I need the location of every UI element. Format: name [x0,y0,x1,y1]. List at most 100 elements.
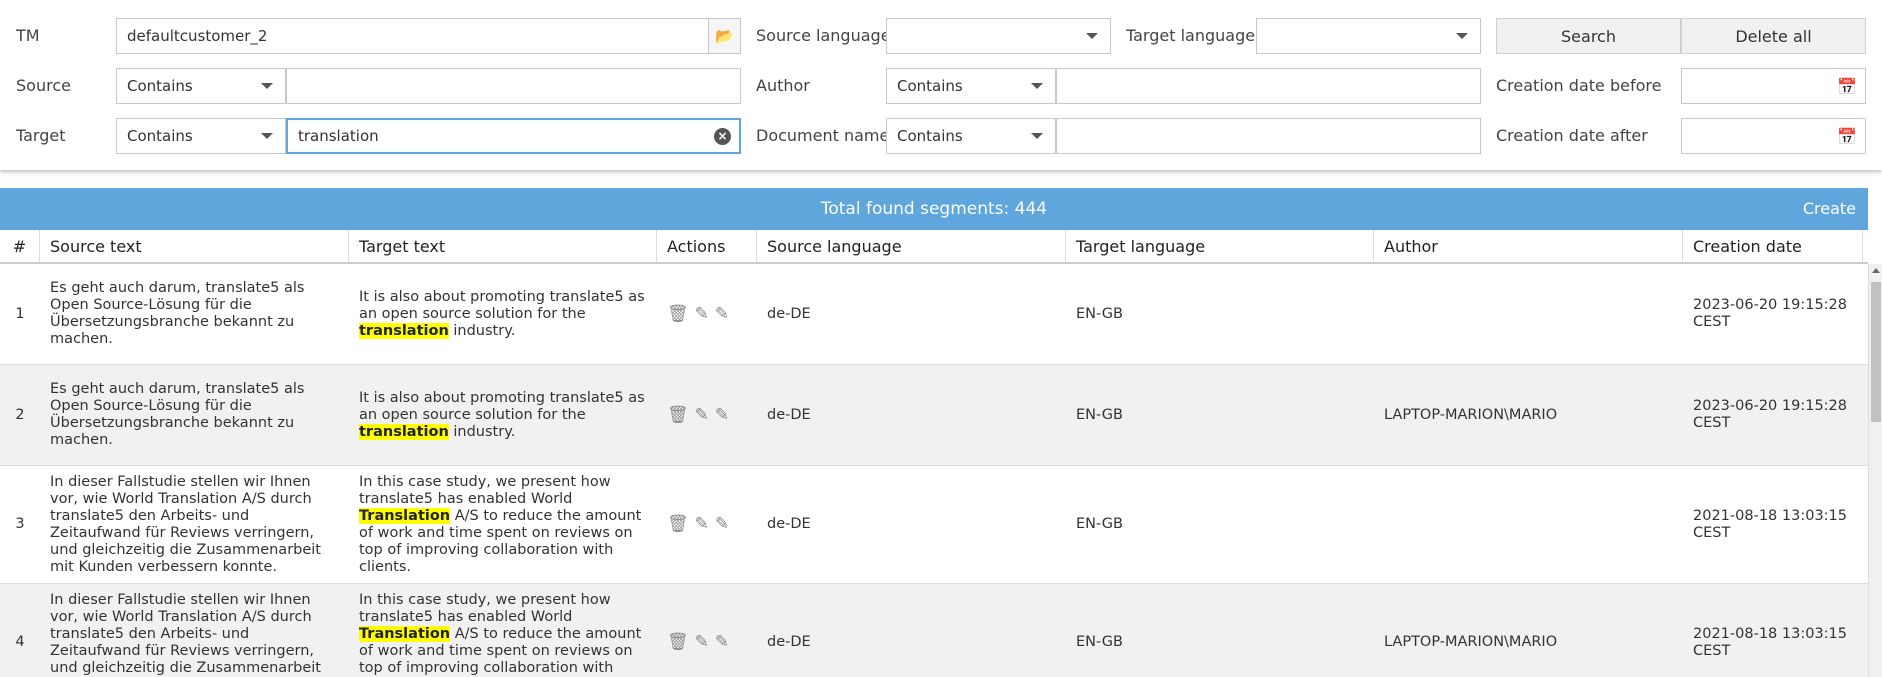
pencil-icon[interactable]: ✎ [695,305,709,323]
target-operator-value: Contains [127,127,193,145]
source-language-label: Source language [756,26,891,45]
column-header-source-text[interactable]: Source text [40,230,349,262]
creation-before-field[interactable]: 📅 [1681,68,1866,104]
calendar-icon[interactable]: 📅 [1837,127,1857,146]
chevron-down-icon [1031,83,1043,89]
vertical-scrollbar[interactable] [1868,264,1882,677]
target-text-value: translation [298,127,379,145]
table-row[interactable]: 2 Es geht auch darum, translate5 als Ope… [0,365,1868,466]
trash-icon[interactable]: 🗑 [667,634,689,651]
source-label: Source [16,76,71,95]
row-number: 1 [15,305,25,322]
tm-value: defaultcustomer_2 [127,27,268,45]
creation-date-cell: 2023-06-20 19:15:28 CEST [1693,297,1847,330]
search-highlight: translation [359,322,449,339]
target-language-cell: EN-GB [1076,516,1123,532]
row-number: 4 [15,634,25,650]
author-cell [1374,264,1683,364]
trash-icon[interactable]: 🗑 [667,406,689,424]
search-highlight: Translation [359,507,451,524]
author-operator-select[interactable]: Contains [886,68,1056,104]
tm-field[interactable]: defaultcustomer_2 📂 [116,18,741,54]
source-operator-select[interactable]: Contains [116,68,286,104]
chevron-down-icon [261,83,273,89]
source-language-cell: de-DE [767,406,811,423]
target-operator-select[interactable]: Contains [116,118,286,154]
grid-header: # Source text Target text Actions Source… [0,230,1868,264]
folder-icon[interactable]: 📂 [708,19,740,53]
target-language-cell: EN-GB [1076,634,1123,650]
source-text-cell: In dieser Fallstudie stellen wir Ihnen v… [50,473,321,575]
calendar-icon[interactable]: 📅 [1837,77,1857,96]
target-text-cell: In this case study, we present how trans… [349,466,657,583]
trash-icon[interactable]: 🗑 [667,305,689,323]
edit-icon[interactable]: ✎ [715,634,729,651]
scrollbar-thumb[interactable] [1871,282,1881,422]
column-header-number[interactable]: # [0,230,40,262]
target-text-part: In this case study, we present how trans… [359,473,611,507]
pencil-icon[interactable]: ✎ [695,406,709,424]
actions-cell: 🗑 ✎ ✎ [657,365,757,465]
search-highlight: translation [359,423,449,440]
clear-icon[interactable]: × [714,128,731,145]
table-row[interactable]: 4 In dieser Fallstudie stellen wir Ihnen… [0,584,1868,677]
target-language-cell: EN-GB [1076,406,1123,423]
trash-icon[interactable]: 🗑 [667,516,689,533]
target-text-cell: It is also about promoting translate5 as… [349,365,657,465]
table-row[interactable]: 1 Es geht auch darum, translate5 als Ope… [0,264,1868,365]
column-header-target-language[interactable]: Target language [1066,230,1374,262]
column-header-actions[interactable]: Actions [657,230,757,262]
target-text-input[interactable]: translation × [286,118,741,154]
chevron-down-icon [261,133,273,139]
source-language-select[interactable] [886,18,1111,54]
source-operator-value: Contains [127,77,193,95]
pencil-icon[interactable]: ✎ [695,634,709,651]
target-text-part: It is also about promoting translate5 as… [359,288,645,322]
target-text-cell: It is also about promoting translate5 as… [349,264,657,364]
pencil-icon[interactable]: ✎ [695,516,709,533]
create-button[interactable]: Create [1803,199,1856,218]
source-text-cell: Es geht auch darum, translate5 als Open … [50,381,305,448]
source-text-input[interactable] [286,68,741,104]
actions-cell: 🗑 ✎ ✎ [657,584,757,677]
target-language-select[interactable] [1256,18,1481,54]
target-language-cell: EN-GB [1076,305,1123,322]
author-operator-value: Contains [897,77,963,95]
total-segments-label: Total found segments: 444 [820,199,1048,219]
column-header-creation-date[interactable]: Creation date [1683,230,1863,262]
actions-cell: 🗑 ✎ ✎ [657,466,757,583]
edit-icon[interactable]: ✎ [715,516,729,533]
row-number: 2 [15,406,25,423]
creation-after-field[interactable]: 📅 [1681,118,1866,154]
edit-icon[interactable]: ✎ [715,406,729,424]
source-language-cell: de-DE [767,634,811,650]
search-highlight: Translation [359,625,451,642]
target-text-part: It is also about promoting translate5 as… [359,389,645,423]
target-text-part: In this case study, we present how trans… [359,591,611,625]
creation-before-label: Creation date before [1496,76,1662,95]
document-name-operator-select[interactable]: Contains [886,118,1056,154]
column-header-source-language[interactable]: Source language [757,230,1066,262]
document-name-input[interactable] [1056,118,1481,154]
author-label: Author [756,76,810,95]
source-text-cell: Es geht auch darum, translate5 als Open … [50,280,305,347]
column-header-target-text[interactable]: Target text [349,230,657,262]
creation-date-cell: 2023-06-20 19:15:28 CEST [1693,398,1847,431]
document-name-operator-value: Contains [897,127,963,145]
edit-icon[interactable]: ✎ [715,305,729,323]
target-text-part: industry. [448,322,516,339]
table-row[interactable]: 3 In dieser Fallstudie stellen wir Ihnen… [0,466,1868,584]
actions-cell: 🗑 ✎ ✎ [657,264,757,364]
grid-body: 1 Es geht auch darum, translate5 als Ope… [0,264,1868,677]
target-text-part: industry. [448,423,516,440]
column-header-author[interactable]: Author [1374,230,1683,262]
target-label: Target [16,126,66,145]
chevron-down-icon [1031,133,1043,139]
scroll-up-icon[interactable] [1872,268,1880,273]
author-input[interactable] [1056,68,1481,104]
delete-all-button[interactable]: Delete all [1681,18,1866,54]
creation-after-label: Creation date after [1496,126,1648,145]
row-number: 3 [15,516,25,532]
search-button[interactable]: Search [1496,18,1681,54]
chevron-down-icon [1456,33,1468,39]
